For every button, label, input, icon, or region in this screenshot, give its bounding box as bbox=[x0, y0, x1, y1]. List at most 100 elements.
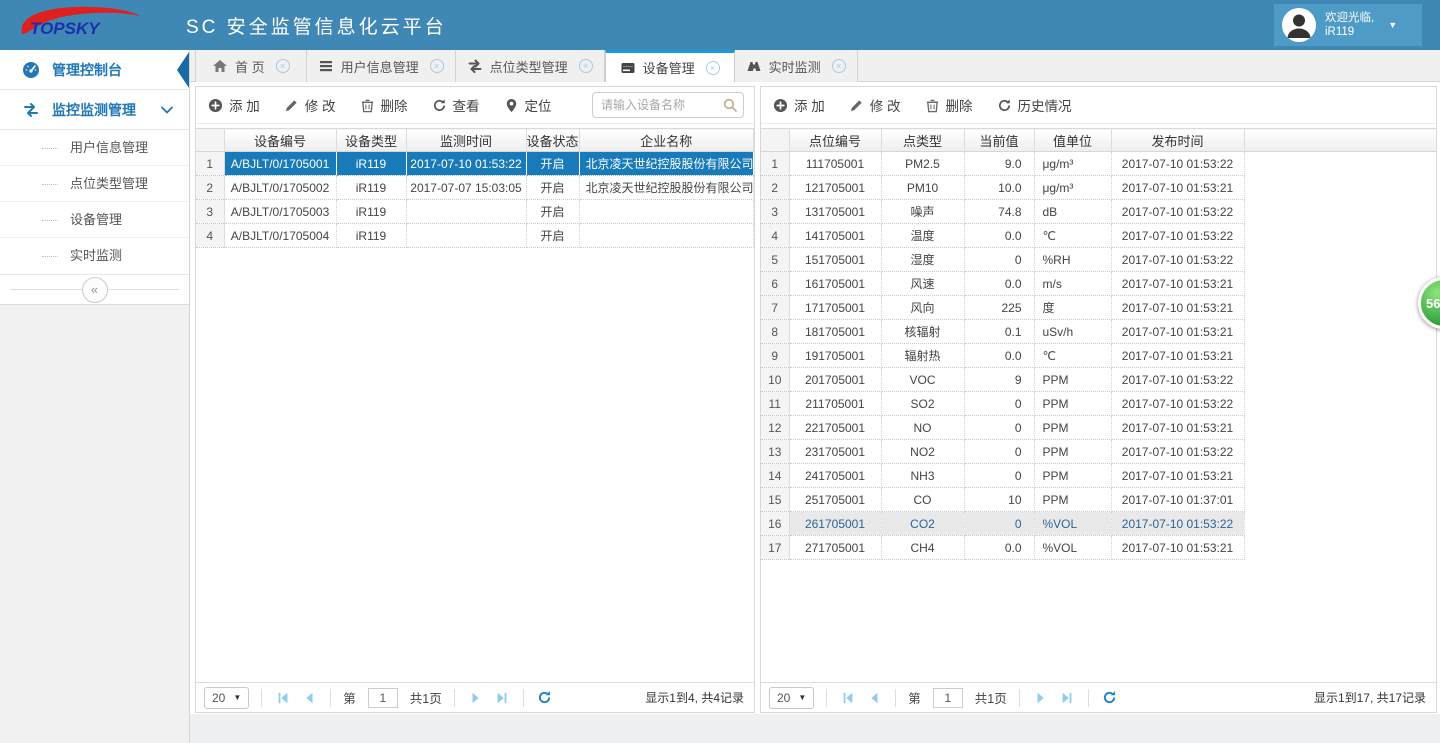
cell[interactable]: 北京凌天世纪控股股份有限公司 bbox=[579, 152, 754, 176]
cell[interactable]: 北京凌天世纪控股股份有限公司 bbox=[579, 176, 754, 200]
column-header[interactable]: 设备状态 bbox=[526, 129, 579, 152]
cell[interactable] bbox=[579, 224, 754, 248]
close-icon[interactable]: × bbox=[579, 59, 593, 73]
cell[interactable]: 0 bbox=[964, 416, 1034, 440]
cell[interactable]: 131705001 bbox=[789, 200, 881, 224]
page-number-input[interactable] bbox=[368, 688, 398, 708]
cell[interactable]: ℃ bbox=[1034, 224, 1111, 248]
sidebar-item-point-type[interactable]: 点位类型管理 bbox=[0, 166, 189, 202]
sidebar-item-user-info[interactable]: 用户信息管理 bbox=[0, 130, 189, 166]
cell[interactable]: 2017-07-10 01:53:21 bbox=[1111, 296, 1244, 320]
cell[interactable]: 开启 bbox=[526, 176, 579, 200]
table-row[interactable]: 3A/BJLT/0/1705003iR119开启 bbox=[196, 200, 754, 224]
cell[interactable]: 211705001 bbox=[789, 392, 881, 416]
tab-home[interactable]: 首 页 × bbox=[195, 50, 307, 82]
table-row[interactable]: 6161705001风速0.0m/s2017-07-10 01:53:21 bbox=[761, 272, 1436, 296]
collapse-sidebar-button[interactable]: « bbox=[82, 277, 108, 303]
last-page-button[interactable] bbox=[493, 689, 511, 707]
cell[interactable]: ℃ bbox=[1034, 344, 1111, 368]
cell[interactable]: 121705001 bbox=[789, 176, 881, 200]
cell[interactable]: PPM bbox=[1034, 392, 1111, 416]
table-row[interactable]: 9191705001辐射热0.0℃2017-07-10 01:53:21 bbox=[761, 344, 1436, 368]
cell[interactable]: 231705001 bbox=[789, 440, 881, 464]
cell[interactable]: 2017-07-10 01:53:22 bbox=[1111, 152, 1244, 176]
cell[interactable]: 74.8 bbox=[964, 200, 1034, 224]
page-number-input[interactable] bbox=[933, 688, 963, 708]
cell[interactable]: 2017-07-10 01:53:21 bbox=[1111, 176, 1244, 200]
cell[interactable]: CH4 bbox=[881, 536, 964, 560]
cell[interactable]: 221705001 bbox=[789, 416, 881, 440]
cell[interactable]: μg/m³ bbox=[1034, 152, 1111, 176]
close-icon[interactable]: × bbox=[832, 59, 846, 73]
table-row[interactable]: 2121705001PM1010.0μg/m³2017-07-10 01:53:… bbox=[761, 176, 1436, 200]
cell[interactable]: 0.0 bbox=[964, 272, 1034, 296]
tab-point-type[interactable]: 点位类型管理 × bbox=[456, 50, 605, 82]
cell[interactable] bbox=[579, 200, 754, 224]
cell[interactable]: 2017-07-10 01:53:21 bbox=[1111, 320, 1244, 344]
prev-page-button[interactable] bbox=[865, 689, 883, 707]
cell[interactable]: NH3 bbox=[881, 464, 964, 488]
cell[interactable]: PPM bbox=[1034, 440, 1111, 464]
table-row[interactable]: 2A/BJLT/0/1705002iR1192017-07-07 15:03:0… bbox=[196, 176, 754, 200]
cell[interactable]: 141705001 bbox=[789, 224, 881, 248]
sidebar-section-monitoring[interactable]: 监控监测管理 bbox=[0, 90, 189, 130]
cell[interactable]: 0.0 bbox=[964, 344, 1034, 368]
cell[interactable]: dB bbox=[1034, 200, 1111, 224]
edit-button[interactable]: 修 改 bbox=[284, 95, 336, 115]
cell[interactable]: iR119 bbox=[336, 152, 406, 176]
cell[interactable]: 开启 bbox=[526, 152, 579, 176]
table-row[interactable]: 16261705001CO20%VOL2017-07-10 01:53:22 bbox=[761, 512, 1436, 536]
cell[interactable]: A/BJLT/0/1705003 bbox=[224, 200, 336, 224]
cell[interactable]: 2017-07-10 01:53:21 bbox=[1111, 344, 1244, 368]
cell[interactable]: PPM bbox=[1034, 416, 1111, 440]
reload-grid-button[interactable] bbox=[536, 689, 554, 707]
table-row[interactable]: 11211705001SO20PPM2017-07-10 01:53:22 bbox=[761, 392, 1436, 416]
cell[interactable]: 2017-07-10 01:53:22 bbox=[1111, 224, 1244, 248]
column-header[interactable]: 点类型 bbox=[881, 129, 964, 152]
column-header[interactable]: 值单位 bbox=[1034, 129, 1111, 152]
cell[interactable]: 开启 bbox=[526, 224, 579, 248]
cell[interactable]: iR119 bbox=[336, 176, 406, 200]
column-header[interactable]: 点位编号 bbox=[789, 129, 881, 152]
cell[interactable] bbox=[406, 224, 526, 248]
view-button[interactable]: 查看 bbox=[432, 95, 480, 115]
table-row[interactable]: 13231705001NO20PPM2017-07-10 01:53:22 bbox=[761, 440, 1436, 464]
history-button[interactable]: 历史情况 bbox=[997, 95, 1072, 115]
sidebar-section-console[interactable]: 管理控制台 bbox=[0, 50, 189, 90]
table-row[interactable]: 7171705001风向225度2017-07-10 01:53:21 bbox=[761, 296, 1436, 320]
cell[interactable]: 10 bbox=[964, 488, 1034, 512]
cell[interactable]: %VOL bbox=[1034, 536, 1111, 560]
table-row[interactable]: 8181705001核辐射0.1uSv/h2017-07-10 01:53:21 bbox=[761, 320, 1436, 344]
cell[interactable]: A/BJLT/0/1705001 bbox=[224, 152, 336, 176]
cell[interactable]: %RH bbox=[1034, 248, 1111, 272]
first-page-button[interactable] bbox=[274, 689, 292, 707]
cell[interactable]: 0 bbox=[964, 392, 1034, 416]
cell[interactable]: 2017-07-10 01:53:22 bbox=[1111, 512, 1244, 536]
cell[interactable]: 0 bbox=[964, 440, 1034, 464]
add-button[interactable]: 添 加 bbox=[208, 95, 260, 115]
cell[interactable]: %VOL bbox=[1034, 512, 1111, 536]
cell[interactable]: 161705001 bbox=[789, 272, 881, 296]
cell[interactable]: 9.0 bbox=[964, 152, 1034, 176]
cell[interactable]: VOC bbox=[881, 368, 964, 392]
column-header[interactable]: 企业名称 bbox=[579, 129, 754, 152]
next-page-button[interactable] bbox=[1032, 689, 1050, 707]
table-row[interactable]: 3131705001噪声74.8dB2017-07-10 01:53:22 bbox=[761, 200, 1436, 224]
sidebar-item-realtime[interactable]: 实时监测 bbox=[0, 238, 189, 274]
cell[interactable]: 225 bbox=[964, 296, 1034, 320]
table-row[interactable]: 4A/BJLT/0/1705004iR119开启 bbox=[196, 224, 754, 248]
cell[interactable]: SO2 bbox=[881, 392, 964, 416]
cell[interactable]: 201705001 bbox=[789, 368, 881, 392]
cell[interactable]: 2017-07-10 01:37:01 bbox=[1111, 488, 1244, 512]
delete-button[interactable]: 删除 bbox=[925, 95, 973, 115]
cell[interactable]: 度 bbox=[1034, 296, 1111, 320]
cell[interactable]: 0.0 bbox=[964, 224, 1034, 248]
cell[interactable]: PPM bbox=[1034, 488, 1111, 512]
page-size-select[interactable]: 20 ▼ bbox=[204, 687, 249, 709]
cell[interactable]: 2017-07-10 01:53:22 bbox=[1111, 200, 1244, 224]
cell[interactable]: 10.0 bbox=[964, 176, 1034, 200]
cell[interactable]: PPM bbox=[1034, 464, 1111, 488]
table-row[interactable]: 5151705001湿度0%RH2017-07-10 01:53:22 bbox=[761, 248, 1436, 272]
last-page-button[interactable] bbox=[1058, 689, 1076, 707]
page-size-select[interactable]: 20 ▼ bbox=[769, 687, 814, 709]
